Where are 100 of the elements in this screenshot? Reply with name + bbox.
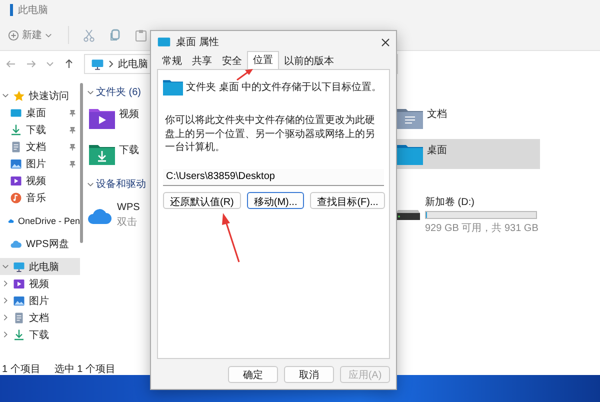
nav-label: WPS网盘 [26, 238, 69, 250]
download-folder-icon [89, 143, 115, 165]
nav-label: 快速访问 [29, 90, 69, 102]
drive-icon [395, 209, 421, 221]
chevron-icon[interactable] [2, 92, 9, 99]
folder-name: 桌面 [427, 144, 447, 157]
nav-label: 下载 [29, 328, 49, 342]
chevron-icon[interactable] [2, 297, 9, 304]
status-text: 选中 1 个项目 [54, 362, 116, 376]
monitor-icon [91, 58, 104, 70]
plus-icon [8, 30, 19, 40]
caret-icon[interactable] [46, 60, 54, 68]
path-field[interactable]: C:\Users\83859\Desktop [163, 168, 384, 186]
tab[interactable]: 共享 [187, 53, 217, 69]
tab[interactable]: 以前的版本 [279, 53, 339, 69]
location-button[interactable]: 移动(M)... [246, 192, 304, 208]
desktop-folder-icon [157, 35, 171, 49]
star-icon [13, 90, 25, 102]
chevron-icon[interactable] [87, 88, 94, 96]
nav-item[interactable]: 下载 [0, 326, 80, 343]
nav-label: 文档 [26, 140, 46, 154]
nav-item[interactable]: 视频 [0, 172, 80, 189]
folder-item[interactable]: 桌面 [395, 139, 540, 169]
dialog-title: 桌面 属性 [176, 36, 219, 49]
tab[interactable]: 位置 [247, 51, 279, 69]
folder-name: 视频 [119, 108, 139, 121]
annotation-arrow [236, 69, 254, 81]
section-header: 设备和驱动 [96, 178, 146, 191]
nav-item[interactable]: 音乐 [0, 189, 80, 206]
nav-label: 此电脑 [29, 260, 59, 274]
chevron-icon[interactable] [2, 314, 9, 321]
document-icon [10, 140, 22, 152]
folder-name: 文档 [427, 108, 447, 121]
folder-item[interactable]: 视频 [87, 103, 145, 133]
folder-item[interactable]: 下载 [87, 139, 145, 169]
scrollbar[interactable] [80, 83, 83, 243]
video-icon [13, 278, 25, 290]
status-text: 1 个项目 [2, 362, 40, 376]
desktop-folder-icon [10, 106, 22, 118]
new-button[interactable]: 新建 [6, 26, 54, 44]
video-icon [10, 174, 22, 186]
chevron-icon[interactable] [2, 331, 9, 338]
back-arrow-icon[interactable] [6, 59, 16, 69]
tab[interactable]: 常规 [157, 53, 187, 69]
nav-item[interactable]: 桌面 [0, 104, 80, 121]
nav-item[interactable]: 此电脑 [0, 258, 80, 275]
nav-item[interactable]: 图片 [0, 292, 80, 309]
nav-label: 桌面 [26, 106, 46, 120]
up-arrow-icon[interactable] [64, 59, 74, 69]
device-detail: 929 GB 可用，共 931 GB [425, 222, 538, 235]
close-icon[interactable] [381, 38, 390, 46]
nav-item[interactable]: 图片 [0, 155, 80, 172]
folder-item[interactable]: 文档 [395, 103, 540, 133]
chevron-icon[interactable] [2, 280, 9, 287]
device-subtitle: 双击 [117, 216, 138, 228]
nav-label: 视频 [26, 174, 46, 188]
nav-label: OneDrive - Pen [18, 216, 80, 226]
cloud-icon [10, 238, 22, 250]
location-button[interactable]: 查找目标(F)... [310, 192, 386, 208]
device-name: 新加卷 (D:) [425, 196, 476, 209]
nav-item[interactable]: OneDrive - Pen [0, 212, 80, 229]
tab[interactable]: 安全 [217, 53, 247, 69]
app-icon [10, 4, 13, 16]
desktop-folder-icon [163, 78, 183, 96]
picture-icon [10, 158, 22, 170]
forward-arrow-icon[interactable] [26, 59, 36, 69]
document-icon [13, 312, 25, 324]
download-icon [13, 328, 25, 340]
music-icon [10, 192, 22, 204]
nav-item[interactable]: 下载 [0, 121, 80, 138]
nav-item[interactable]: 快速访问 [0, 87, 80, 104]
copy-icon[interactable] [109, 28, 121, 42]
nav-label: 音乐 [26, 192, 46, 204]
caret-icon [45, 32, 52, 38]
nav-label: 图片 [26, 158, 46, 170]
section-header: 文件夹 (6) [96, 86, 141, 99]
nav-item[interactable]: 文档 [0, 309, 80, 326]
paste-icon[interactable] [135, 28, 147, 42]
chevron-icon[interactable] [2, 263, 9, 270]
chevron-icon[interactable] [87, 180, 94, 188]
picture-icon [13, 294, 25, 306]
nav-label: 图片 [29, 294, 49, 308]
description-text: 你可以将此文件夹中文件存储的位置更改为此硬盘上的另一个位置、另一个驱动器或网络上的另一台计算机。 [164, 114, 376, 154]
nav-item[interactable]: 文档 [0, 138, 80, 155]
folder-name: 下载 [119, 144, 139, 157]
nav-label: 下载 [26, 124, 46, 136]
nav-label: 视频 [29, 278, 49, 290]
dialog-button[interactable]: 确定 [228, 366, 278, 382]
nav-item[interactable]: 视频 [0, 275, 80, 292]
location-info: 文件夹 桌面 中的文件存储于以下目标位置。 [186, 80, 382, 94]
nav-item[interactable]: WPS网盘 [0, 235, 80, 252]
chevron-icon[interactable] [108, 60, 114, 68]
location-button[interactable]: 还原默认值(R) [163, 192, 241, 208]
device-name: WPS [117, 202, 140, 212]
nav-label: 文档 [29, 312, 49, 324]
monitor-icon [13, 260, 25, 272]
desktop-folder-icon [397, 143, 423, 165]
video-folder-icon [89, 107, 115, 129]
dialog-button[interactable]: 取消 [284, 366, 334, 382]
download-icon [10, 124, 22, 136]
